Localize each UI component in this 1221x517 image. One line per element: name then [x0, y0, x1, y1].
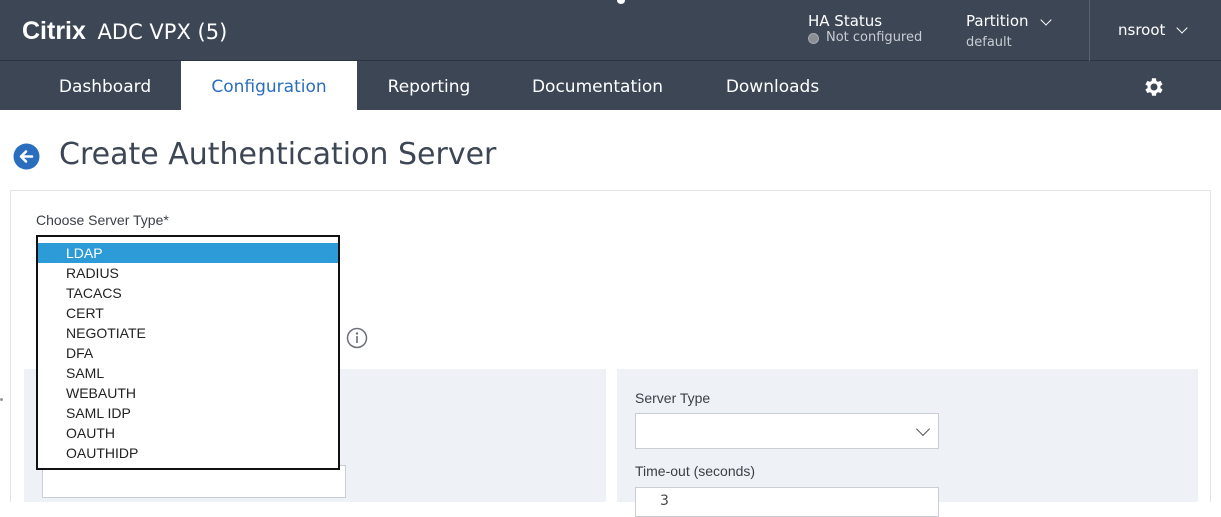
server-type-listbox[interactable]: LDAP RADIUS TACACS CERT NEGOTIATE DFA SA… [36, 235, 340, 470]
tab-documentation[interactable]: Documentation [515, 61, 680, 110]
app-title: Citrix ADC VPX (5) [22, 16, 227, 47]
option-dfa[interactable]: DFA [38, 343, 338, 363]
option-oauthidp[interactable]: OAUTHIDP [38, 443, 338, 463]
tab-reporting[interactable]: Reporting [364, 61, 494, 110]
chevron-down-icon[interactable] [1039, 13, 1052, 26]
top-indicator [617, 0, 625, 4]
header-divider [1089, 0, 1090, 61]
choose-server-type-label: Choose Server Type* [36, 212, 169, 228]
partition-value: default [966, 35, 1012, 50]
chevron-down-icon [915, 421, 931, 437]
partition-label: Partition [966, 12, 1029, 30]
username: nsroot [1118, 21, 1166, 39]
brand-name: Citrix [22, 17, 86, 45]
ha-status-value: Not configured [826, 30, 923, 45]
option-saml-idp[interactable]: SAML IDP [38, 403, 338, 423]
server-type-label: Server Type [635, 390, 711, 406]
option-radius[interactable]: RADIUS [38, 263, 338, 283]
ha-status: HA Status Not configured [808, 12, 922, 46]
tab-downloads[interactable]: Downloads [705, 61, 840, 110]
tab-configuration[interactable]: Configuration [181, 61, 357, 110]
option-webauth[interactable]: WEBAUTH [38, 383, 338, 403]
edge-marker [0, 398, 3, 401]
tab-dashboard[interactable]: Dashboard [30, 61, 180, 110]
option-ldap[interactable]: LDAP [38, 243, 338, 263]
back-arrow-icon[interactable] [13, 143, 40, 170]
status-dot-icon [808, 32, 819, 44]
info-icon[interactable] [346, 327, 368, 349]
option-cert[interactable]: CERT [38, 303, 338, 323]
top-header: Citrix ADC VPX (5) HA Status Not configu… [0, 0, 1221, 61]
main-nav: Dashboard Configuration Reporting Docume… [0, 61, 1221, 110]
partition-selector[interactable]: Partition default [966, 12, 1052, 52]
timeout-label: Time-out (seconds) [635, 463, 756, 479]
appliance-model: ADC VPX (5) [97, 20, 228, 44]
ha-status-title: HA Status [808, 12, 883, 30]
option-negotiate[interactable]: NEGOTIATE [38, 323, 338, 343]
option-oauth[interactable]: OAUTH [38, 423, 338, 443]
gear-icon[interactable] [1141, 75, 1165, 99]
chevron-down-icon[interactable] [1176, 22, 1189, 34]
option-saml[interactable]: SAML [38, 363, 338, 383]
page-title: Create Authentication Server [59, 137, 497, 172]
server-type-select[interactable] [635, 413, 939, 449]
timeout-field[interactable]: 3 [635, 487, 939, 517]
user-menu[interactable]: nsroot [1118, 21, 1189, 39]
option-tacacs[interactable]: TACACS [38, 283, 338, 303]
